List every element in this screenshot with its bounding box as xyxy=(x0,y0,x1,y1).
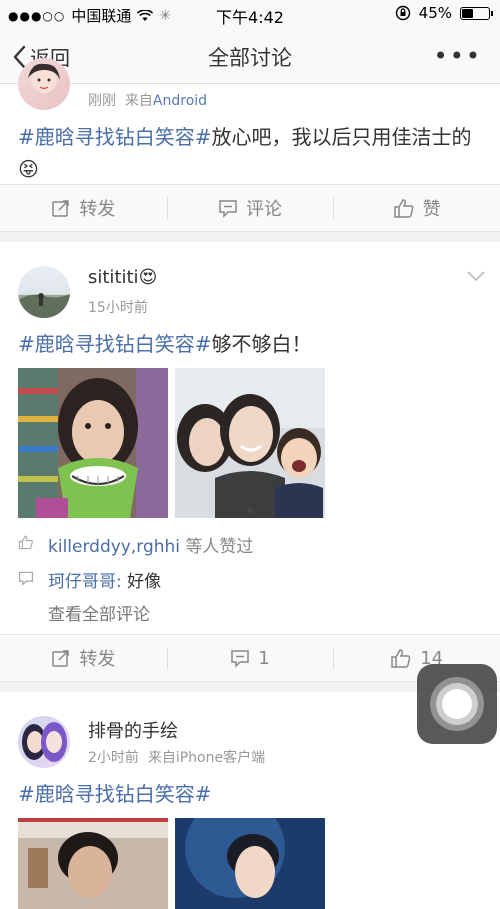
repost-label: 转发 xyxy=(79,199,116,220)
emoji-icon: 😍 xyxy=(138,267,158,288)
likers-line: killerddyy,rghhi 等人赞过 xyxy=(48,532,253,557)
comment-icon xyxy=(18,571,34,586)
post-source[interactable]: Android xyxy=(153,93,207,109)
post-time: 15小时前 xyxy=(88,300,148,316)
avatar[interactable] xyxy=(18,58,70,110)
post-meta: 刚刚 来自Android xyxy=(88,90,207,110)
post-text: #鹿晗寻找钻白笑容# xyxy=(18,778,482,810)
comment-label: 评论 xyxy=(246,199,282,220)
avatar[interactable] xyxy=(18,266,70,318)
repost-button[interactable]: 转发 xyxy=(0,635,167,681)
post-text: #鹿晗寻找钻白笑容#够不够白！ xyxy=(18,328,482,360)
post-photo[interactable] xyxy=(175,818,325,909)
battery-percent: 45% xyxy=(418,4,452,22)
post-card: sitititi😍 15小时前 #鹿晗寻找钻白笑容#够不够白！ ◎ killer… xyxy=(0,242,500,682)
discussion-feed: 刚刚 来自Android #鹿晗寻找钻白笑容#放心吧，我以后只用佳洁士的😝 转发… xyxy=(0,58,500,909)
nav-bar: 返回 全部讨论 ••• xyxy=(0,28,500,84)
repost-icon xyxy=(52,200,70,217)
thumbs-up-icon xyxy=(18,535,33,550)
comment-count: 1 xyxy=(258,647,270,669)
action-bar: 转发 评论 赞 xyxy=(0,184,500,232)
assistive-touch-button[interactable] xyxy=(417,664,497,744)
likers-suffix: 等人赞过 xyxy=(185,537,254,557)
more-button[interactable]: ••• xyxy=(434,42,482,70)
post-photo[interactable]: ◎ xyxy=(175,368,325,518)
post-body: 够不够白！ xyxy=(211,332,312,356)
author-name[interactable]: sitititi😍 xyxy=(88,267,157,288)
post-text: #鹿晗寻找钻白笑容#放心吧，我以后只用佳洁士的 😝 xyxy=(18,121,482,185)
post-card: 刚刚 来自Android #鹿晗寻找钻白笑容#放心吧，我以后只用佳洁士的 😝 转发… xyxy=(0,58,500,232)
page-title: 全部讨论 xyxy=(208,46,292,70)
repost-button[interactable]: 转发 xyxy=(0,185,167,231)
source-prefix: 来自 xyxy=(147,750,176,766)
status-right: 45% xyxy=(395,4,493,22)
battery-icon xyxy=(460,6,493,20)
post-body: 放心吧，我以后只用佳洁士的 xyxy=(211,125,472,149)
comment-user[interactable]: 珂仔哥哥: xyxy=(48,572,122,592)
svg-text:◎: ◎ xyxy=(247,507,252,514)
post-photo[interactable] xyxy=(18,368,168,518)
source-prefix: 来自 xyxy=(124,93,153,109)
topic-link[interactable]: #鹿晗寻找钻白笑容# xyxy=(18,782,212,806)
post-photo[interactable] xyxy=(18,818,168,909)
topic-link[interactable]: #鹿晗寻找钻白笑容# xyxy=(18,125,212,149)
comment-icon xyxy=(231,650,250,668)
thumbs-up-icon xyxy=(393,199,414,218)
post-time: 刚刚 xyxy=(88,93,116,109)
chevron-down-icon[interactable] xyxy=(466,270,486,282)
post-time: 2小时前 xyxy=(88,750,139,766)
separator xyxy=(0,232,500,242)
status-bar: ●●●○○ 中国联通 ✳ 下午4:42 45% xyxy=(0,0,500,28)
likers-link[interactable]: killerddyy,rghhi xyxy=(48,537,180,557)
assistive-touch-core xyxy=(442,689,472,719)
comment-button[interactable]: 1 xyxy=(166,635,334,681)
author-name[interactable]: 排骨的手绘 xyxy=(88,717,178,743)
repost-icon xyxy=(52,650,70,667)
like-button[interactable]: 赞 xyxy=(333,185,500,231)
emoji-icon: 😝 xyxy=(18,157,39,181)
avatar[interactable] xyxy=(18,716,70,768)
orientation-lock-icon xyxy=(395,5,410,21)
repost-label: 转发 xyxy=(79,649,116,670)
comment-button[interactable]: 评论 xyxy=(166,185,334,231)
view-all-comments-link[interactable]: 查看全部评论 xyxy=(48,600,150,625)
post-meta: 2小时前 来自iPhone客户端 xyxy=(88,747,265,767)
comment-preview: 珂仔哥哥: 好像 xyxy=(48,567,161,592)
like-label: 赞 xyxy=(422,199,441,220)
post-source: iPhone客户端 xyxy=(175,750,266,766)
comment-text: 好像 xyxy=(127,572,162,592)
thumbs-up-icon xyxy=(391,649,411,668)
comment-icon xyxy=(219,200,237,218)
topic-link[interactable]: #鹿晗寻找钻白笑容# xyxy=(18,332,212,356)
